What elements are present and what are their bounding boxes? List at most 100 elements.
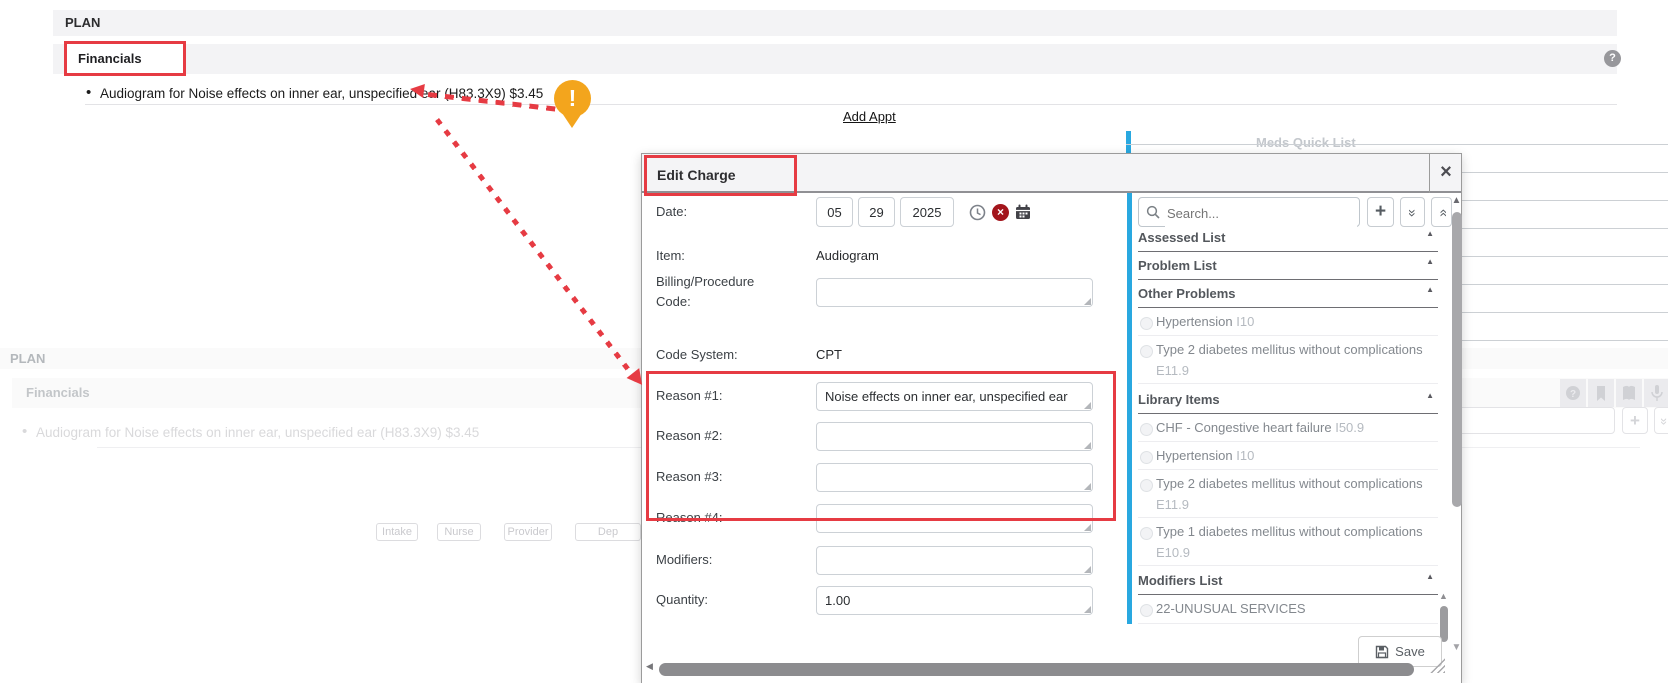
add-item-button[interactable]: + — [1367, 197, 1394, 227]
plan-section-title: PLAN — [65, 10, 100, 36]
collapse-icon[interactable]: ▲ — [1426, 391, 1434, 400]
reason3-label: Reason #3: — [656, 467, 778, 487]
picker-search-box — [1138, 197, 1360, 227]
radio-icon[interactable] — [1140, 451, 1153, 464]
section-title: Modifiers List — [1138, 573, 1223, 588]
radio-icon[interactable] — [1140, 423, 1153, 436]
quantity-input[interactable] — [816, 586, 1093, 615]
modal-close-button[interactable]: × — [1431, 154, 1461, 191]
screenshot-root: PLAN ? Financials • Audiogram for Noise … — [0, 0, 1668, 683]
annotation-arrow-to-reasons — [435, 118, 638, 382]
item-value: Audiogram — [816, 246, 879, 266]
date-year-input[interactable] — [900, 197, 954, 227]
section-assessed-list[interactable]: Assessed List ▲ — [1138, 224, 1438, 252]
radio-icon[interactable] — [1140, 479, 1153, 492]
reason1-label: Reason #1: — [656, 386, 778, 406]
help-icon[interactable]: ? — [1604, 50, 1621, 67]
library-name: Type 2 diabetes mellitus without complic… — [1156, 476, 1423, 491]
resize-grip[interactable] — [1084, 402, 1091, 409]
add-appt-link[interactable]: Add Appt — [843, 109, 896, 124]
collapse-icon[interactable]: ▲ — [1426, 572, 1434, 581]
problem-code: I10 — [1236, 314, 1254, 329]
reason4-input[interactable] — [816, 504, 1093, 533]
modifiers-label: Modifiers: — [656, 550, 778, 570]
resize-grip[interactable] — [1084, 442, 1091, 449]
reason2-label: Reason #2: — [656, 426, 778, 446]
faded-tab-intake: Intake — [376, 523, 418, 541]
clear-date-icon[interactable]: × — [992, 204, 1009, 221]
scroll-down-arrow[interactable]: ▼ — [1450, 642, 1463, 653]
collapse-all-button[interactable]: » — [1400, 197, 1425, 227]
faded-book-icon — [1616, 379, 1642, 407]
library-item[interactable]: Hypertension I10 — [1138, 442, 1438, 470]
collapse-icon[interactable]: ▲ — [1426, 257, 1434, 266]
section-problem-list[interactable]: Problem List ▲ — [1138, 252, 1438, 280]
library-item[interactable]: Type 1 diabetes mellitus without complic… — [1138, 518, 1438, 566]
date-day-input[interactable] — [858, 197, 895, 227]
horizontal-scrollbar-thumb[interactable] — [659, 663, 1414, 676]
scroll-up-arrow[interactable]: ▲ — [1450, 195, 1463, 206]
faded-tab-dep: Dep — [575, 523, 641, 541]
modifier-name: 22-UNUSUAL SERVICES — [1156, 601, 1306, 616]
modifiers-input[interactable] — [816, 546, 1093, 575]
problem-item[interactable]: Type 2 diabetes mellitus without complic… — [1138, 336, 1438, 384]
resize-grip[interactable] — [1084, 566, 1091, 573]
faded-divider-left — [97, 447, 642, 448]
date-label: Date: — [656, 202, 778, 222]
divider — [85, 104, 1617, 105]
code-system-value: CPT — [816, 345, 842, 365]
section-library-items[interactable]: Library Items ▲ — [1138, 386, 1438, 414]
search-input[interactable] — [1165, 199, 1357, 227]
radio-icon[interactable] — [1140, 604, 1153, 617]
resize-grip[interactable] — [1084, 483, 1091, 490]
calendar-icon[interactable] — [1014, 203, 1032, 221]
radio-icon[interactable] — [1140, 527, 1153, 540]
vertical-scrollbar-thumb[interactable] — [1452, 212, 1462, 507]
expand-all-button[interactable]: » — [1431, 197, 1452, 227]
faded-charge-bullet-dot: • — [22, 423, 27, 440]
warning-pin-icon: ! — [554, 80, 591, 128]
resize-grip[interactable] — [1084, 524, 1091, 531]
faded-help-icon: ? — [1560, 379, 1586, 407]
scroll-left-arrow[interactable]: ◀ — [646, 661, 653, 672]
item-label: Item: — [656, 246, 778, 266]
faded-charge-line-item: Audiogram for Noise effects on inner ear… — [36, 425, 479, 440]
reason1-input[interactable] — [816, 382, 1093, 411]
radio-icon[interactable] — [1140, 345, 1153, 358]
library-name: Hypertension — [1156, 448, 1233, 463]
problem-item[interactable]: Hypertension I10 — [1138, 308, 1438, 336]
library-item[interactable]: Type 2 diabetes mellitus without complic… — [1138, 470, 1438, 518]
modifier-item[interactable]: 22-UNUSUAL SERVICES — [1138, 595, 1438, 624]
code-system-label: Code System: — [656, 345, 778, 365]
search-icon — [1146, 205, 1160, 219]
time-clock-icon[interactable] — [969, 204, 986, 221]
faded-financials-title: Financials — [26, 378, 90, 408]
faded-add-button: + — [1622, 407, 1648, 434]
financials-title: Financials — [78, 44, 142, 73]
billing-code-input[interactable] — [816, 278, 1093, 307]
annotation-arrowhead-charge — [409, 82, 425, 98]
billing-code-label: Billing/Procedure Code: — [656, 272, 778, 312]
section-other-problems[interactable]: Other Problems ▲ — [1138, 280, 1438, 308]
section-title: Other Problems — [1138, 286, 1236, 301]
section-modifiers-list[interactable]: Modifiers List ▲ — [1138, 567, 1438, 595]
resize-grip[interactable] — [1084, 606, 1091, 613]
reason2-input[interactable] — [816, 422, 1093, 451]
faded-mic-icon — [1644, 379, 1668, 407]
faded-chevrons-down-icon: » — [1651, 418, 1668, 425]
inner-scroll-up-arrow[interactable]: ▲ — [1438, 591, 1449, 601]
problem-name: Hypertension — [1156, 314, 1233, 329]
collapse-icon[interactable]: ▲ — [1426, 229, 1434, 238]
collapse-icon[interactable]: ▲ — [1426, 285, 1434, 294]
faded-expand-button: » — [1654, 407, 1668, 434]
chevrons-down-icon: » — [1397, 209, 1427, 217]
modal-title: Edit Charge — [657, 158, 736, 192]
save-icon — [1375, 645, 1389, 659]
svg-text:?: ? — [1570, 389, 1576, 400]
date-month-input[interactable] — [816, 197, 853, 227]
reason3-input[interactable] — [816, 463, 1093, 492]
resize-grip[interactable] — [1084, 298, 1091, 305]
library-code: E11.9 — [1156, 497, 1189, 512]
radio-icon[interactable] — [1140, 317, 1153, 330]
library-item[interactable]: CHF - Congestive heart failure I50.9 — [1138, 414, 1438, 442]
